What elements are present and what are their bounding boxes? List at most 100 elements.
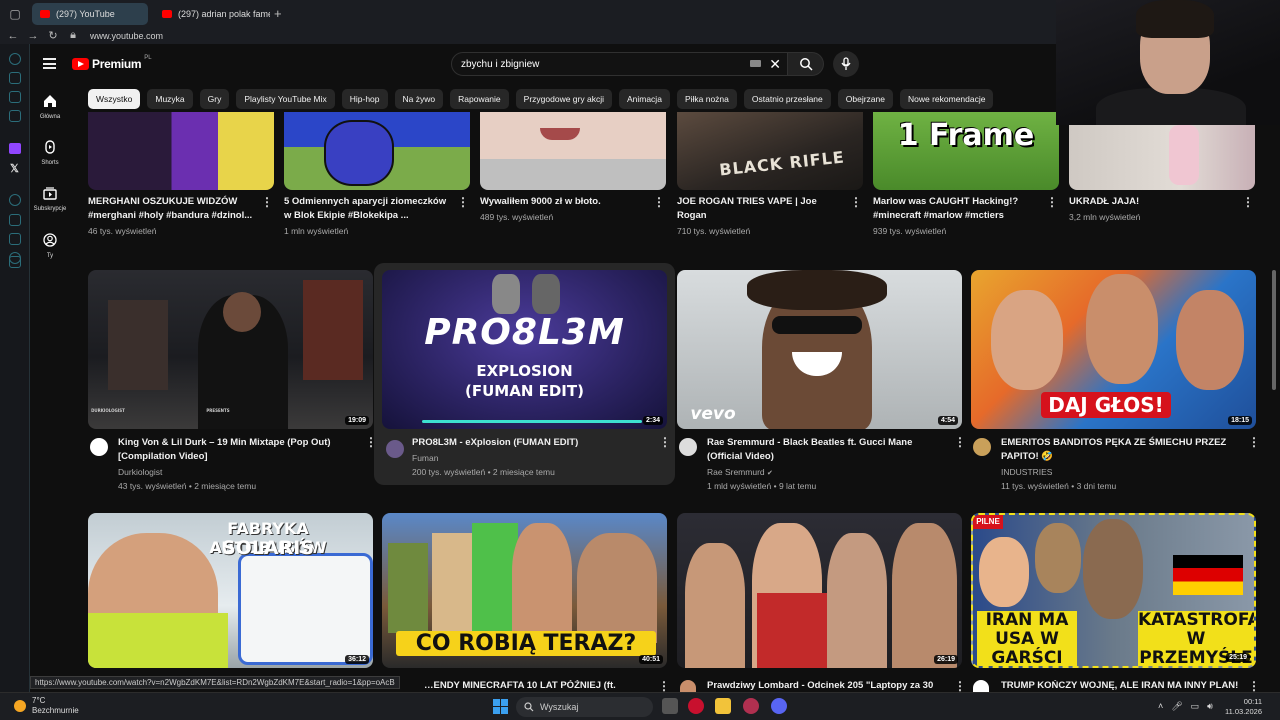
more-actions-icon[interactable]: ⋮ (954, 680, 966, 692)
video-card[interactable]: BLACK RIFLE JOE ROGAN TRIES VAPE | Joe R… (677, 112, 863, 242)
more-actions-icon[interactable]: ⋮ (658, 680, 670, 692)
channel-name[interactable]: INDUSTRIES (1001, 465, 1052, 479)
video-card[interactable]: MERGHANI OSZUKUJE WIDZÓW #merghani #holy… (88, 112, 274, 242)
video-thumbnail[interactable] (88, 112, 274, 190)
video-thumbnail[interactable] (480, 112, 666, 190)
chip-8[interactable]: Animacja (618, 89, 670, 109)
video-thumbnail[interactable]: DURKIOLOGIST PRESENTS 19:09 (88, 270, 373, 429)
channel-avatar[interactable] (973, 680, 989, 692)
keyboard-icon[interactable] (750, 60, 761, 67)
chip-2[interactable]: Gry (199, 89, 230, 109)
more-actions-icon[interactable]: ⋮ (954, 436, 966, 448)
channel-avatar[interactable] (680, 680, 696, 692)
video-card[interactable]: DAJ GŁOS! 18:15 EMERITOS BANDITOS PĘKA Z… (971, 270, 1260, 495)
video-thumbnail[interactable]: 26:19 (677, 513, 962, 668)
more-actions-icon[interactable]: ⋮ (653, 196, 665, 208)
video-thumbnail[interactable]: BLACK RIFLE (677, 112, 863, 190)
tab-youtube[interactable]: (297) YouTube (32, 2, 148, 25)
video-title[interactable]: PRO8L3M - eXplosion (FUMAN EDIT) (412, 436, 652, 450)
bag-icon[interactable] (9, 72, 21, 84)
video-thumbnail[interactable]: FABRYKA AUTOBUSÓW SOLARIS 36:12 (88, 513, 373, 668)
video-title[interactable]: Prawdziwy Lombard - Odcinek 205 "Laptopy… (707, 680, 947, 692)
video-card[interactable]: PILNE IRAN MA USA W GARŚCI KATASTROFA W … (971, 513, 1256, 692)
new-tab-button[interactable]: + (274, 6, 282, 21)
video-title[interactable]: MERGHANI OSZUKUJE WIDZÓW #merghani #holy… (88, 195, 258, 223)
system-tray[interactable]: ˄🎤︎▭🔊︎ (1158, 701, 1221, 712)
twitch-icon[interactable] (9, 143, 21, 154)
channel-name[interactable]: Durkiologist (118, 465, 162, 479)
tab-youtube-2[interactable]: (297) adrian polak fame m × (154, 3, 270, 25)
back-icon[interactable]: ← (6, 30, 20, 42)
video-title[interactable]: JOE ROGAN TRIES VAPE | Joe Rogan (677, 195, 847, 223)
video-card[interactable]: CO ROBIĄ TERAZ? 40:51 (382, 513, 667, 692)
video-thumbnail[interactable]: PRO8L3M EXPLOSION (FUMAN EDIT) 2:34 (382, 270, 667, 429)
more-actions-icon[interactable]: ⋮ (850, 196, 862, 208)
chip-7[interactable]: Przygodowe gry akcji (515, 89, 612, 109)
chip-11[interactable]: Obejrzane (837, 89, 893, 109)
taskbar-search[interactable]: Wyszukaj (516, 697, 653, 717)
forward-icon[interactable]: → (26, 30, 40, 42)
chip-1[interactable]: Muzyka (147, 89, 193, 109)
more-actions-icon[interactable]: ⋮ (659, 436, 671, 448)
more-actions-icon[interactable]: ⋮ (1248, 680, 1260, 692)
chip-0[interactable]: Wszystko (88, 89, 141, 109)
video-card[interactable]: PRO8L3M EXPLOSION (FUMAN EDIT) 2:34 PRO8… (382, 270, 671, 485)
video-card[interactable]: UKRADŁ JAJA! 3,2 mln wyświetleń ⋮ (1069, 125, 1255, 242)
video-card[interactable]: FABRYKA AUTOBUSÓW SOLARIS 36:12 (88, 513, 373, 692)
weather-widget[interactable]: 7°C Bezchmurnie (14, 696, 79, 716)
discord-icon[interactable] (771, 698, 787, 714)
channel-avatar[interactable] (679, 438, 697, 456)
clear-search-icon[interactable]: ✕ (769, 56, 781, 73)
app-icon[interactable] (743, 698, 759, 714)
search-input[interactable]: zbychu i zbigniew ✕ (451, 52, 788, 76)
video-thumbnail[interactable] (1069, 125, 1255, 190)
clock-icon[interactable] (9, 194, 21, 206)
video-title[interactable]: 5 Odmiennych aparycji ziomeczków w Blok … (284, 195, 454, 223)
search-button[interactable] (788, 52, 824, 76)
youtube-logo[interactable]: Premium PL (72, 55, 152, 71)
channel-avatar[interactable] (973, 438, 991, 456)
video-title[interactable]: TRUMP KOŃCZY WOJNĘ, ALE IRAN MA INNY PLA… (1001, 680, 1241, 692)
video-thumbnail[interactable]: 1 Frame (873, 112, 1059, 190)
chip-10[interactable]: Ostatnio przesłane (743, 89, 831, 109)
reload-icon[interactable]: ↻ (46, 29, 60, 42)
channel-avatar[interactable] (90, 438, 108, 456)
list-icon[interactable] (9, 214, 21, 226)
clock[interactable]: 00:11 11.03.2026 (1225, 697, 1262, 717)
video-thumbnail[interactable]: PILNE IRAN MA USA W GARŚCI KATASTROFA W … (971, 513, 1256, 668)
chip-12[interactable]: Nowe rekomendacje (899, 89, 994, 109)
video-title[interactable]: Marlow was CAUGHT Hacking!? #minecraft #… (873, 195, 1043, 223)
chip-4[interactable]: Hip-hop (341, 89, 388, 109)
video-thumbnail[interactable]: DAJ GŁOS! 18:15 (971, 270, 1256, 429)
more-actions-icon[interactable]: ⋮ (1248, 436, 1260, 448)
video-card[interactable]: vevo 4:54 Rae Sremmurd - Black Beatles f… (677, 270, 966, 495)
video-card[interactable]: 26:19 (677, 513, 962, 692)
guide-item-you[interactable]: Ty (30, 233, 70, 259)
url-field[interactable]: www.youtube.com (90, 31, 163, 41)
chip-6[interactable]: Rapowanie (450, 89, 509, 109)
guide-item-shorts[interactable]: Shorts (30, 140, 70, 166)
workspaces-icon[interactable]: ▢ (4, 3, 26, 25)
chip-3[interactable]: Playlisty YouTube Mix (236, 89, 335, 109)
start-button[interactable] (493, 699, 508, 714)
video-card[interactable]: 5 Odmiennych aparycji ziomeczków w Blok … (284, 112, 470, 242)
guide-item-home[interactable]: Główna (30, 94, 70, 120)
video-thumbnail[interactable] (284, 112, 470, 190)
page-scrollbar[interactable] (1272, 270, 1276, 390)
opera-icon[interactable] (688, 698, 704, 714)
more-actions-icon[interactable]: ⋮ (1046, 196, 1058, 208)
video-thumbnail[interactable]: CO ROBIĄ TERAZ? 40:51 (382, 513, 667, 668)
voice-search-button[interactable] (833, 51, 859, 77)
video-thumbnail[interactable]: vevo 4:54 (677, 270, 962, 429)
task-view-icon[interactable] (662, 698, 678, 714)
channel-avatar[interactable] (386, 440, 404, 458)
more-actions-icon[interactable]: ⋮ (261, 196, 273, 208)
channel-name[interactable]: Fuman (412, 451, 438, 465)
chip-5[interactable]: Na żywo (394, 89, 444, 109)
video-title[interactable]: King Von & Lil Durk – 19 Min Mixtape (Po… (118, 436, 358, 464)
settings-icon[interactable] (9, 256, 21, 268)
home-icon[interactable] (9, 53, 21, 65)
guide-item-subscriptions[interactable]: Subskrypcje (30, 186, 70, 212)
video-card[interactable]: 1 Frame Marlow was CAUGHT Hacking!? #min… (873, 112, 1059, 242)
video-card[interactable]: DURKIOLOGIST PRESENTS 19:09 King Von & L… (88, 270, 377, 495)
